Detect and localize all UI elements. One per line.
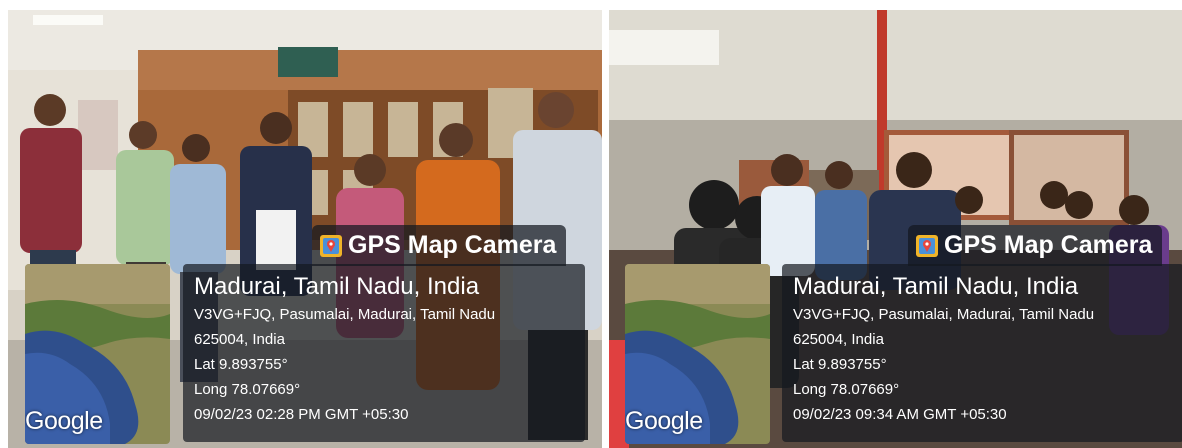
map-pin-icon	[320, 234, 342, 257]
google-logo: Google	[625, 407, 703, 435]
longitude: Long 78.07669°	[194, 381, 301, 398]
latitude: Lat 9.893755°	[793, 356, 887, 373]
address-line: V3VG+FJQ, Pasumalai, Madurai, Tamil Nadu	[793, 306, 1095, 323]
google-logo: Google	[25, 407, 103, 435]
gps-map-camera-label: GPS Map Camera	[312, 225, 567, 266]
postal-line: 625004, India	[194, 331, 285, 348]
location-title: Madurai, Tamil Nadu, India	[194, 273, 480, 300]
camera-label-text: GPS Map Camera	[944, 231, 1153, 259]
location-title: Madurai, Tamil Nadu, India	[793, 273, 1079, 300]
timestamp: 09/02/23 09:34 AM GMT +05:30	[793, 406, 1007, 423]
gps-map-camera-label: GPS Map Camera	[908, 225, 1163, 266]
camera-label-text: GPS Map Camera	[348, 231, 557, 259]
location-info-panel: Madurai, Tamil Nadu, India V3VG+FJQ, Pas…	[782, 264, 1182, 442]
location-info-panel: Madurai, Tamil Nadu, India V3VG+FJQ, Pas…	[183, 264, 585, 442]
map-pin-icon	[916, 234, 938, 257]
map-thumbnail: Google	[625, 264, 770, 444]
address-line: V3VG+FJQ, Pasumalai, Madurai, Tamil Nadu	[194, 306, 496, 323]
map-thumbnail: Google	[25, 264, 170, 444]
geotagged-photo-right: GPS Map Camera Google Madurai, Tamil Nad…	[609, 10, 1182, 448]
latitude: Lat 9.893755°	[194, 356, 288, 373]
timestamp: 09/02/23 02:28 PM GMT +05:30	[194, 406, 409, 423]
postal-line: 625004, India	[793, 331, 884, 348]
longitude: Long 78.07669°	[793, 381, 900, 398]
geotagged-photo-left: GPS Map Camera Google Madurai, Tamil Nad…	[8, 10, 602, 448]
